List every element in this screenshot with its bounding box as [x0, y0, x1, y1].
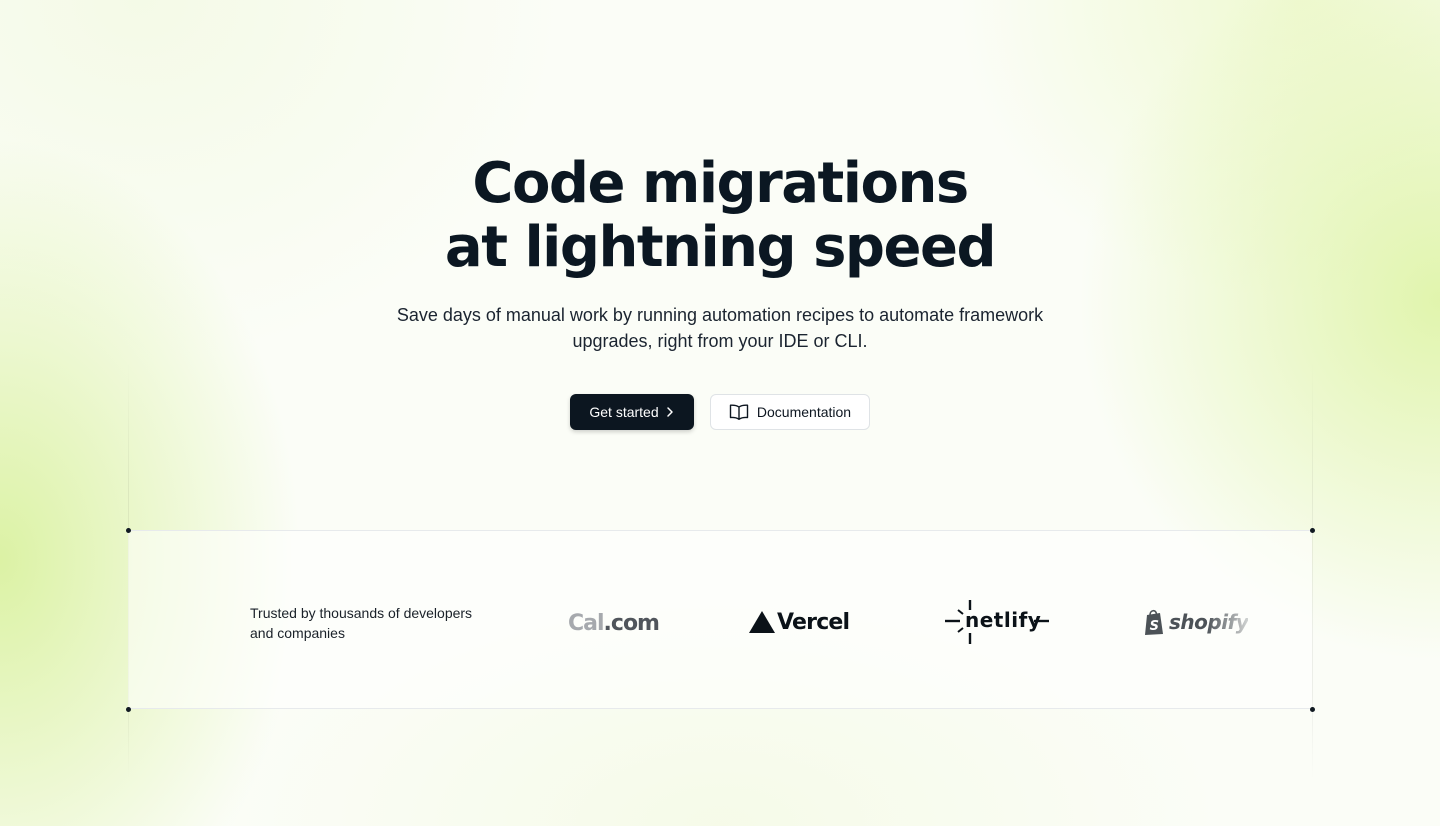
cta-row: Get started Documentation: [570, 394, 870, 430]
guide-line-right: [1312, 360, 1313, 780]
documentation-label: Documentation: [756, 404, 852, 420]
documentation-button[interactable]: Documentation: [710, 394, 870, 430]
book-open-icon: [729, 404, 749, 420]
corner-dot-bottom-left: [126, 707, 131, 712]
shopify-bag-icon: S: [1145, 609, 1163, 635]
shopify-logo-text: shopify: [1169, 610, 1249, 634]
netlify-logo: netlify: [944, 600, 1050, 644]
cal-com-logo-part2: .com: [603, 610, 660, 636]
get-started-button[interactable]: Get started: [570, 394, 694, 430]
corner-dot-top-left: [126, 528, 131, 533]
cal-com-logo: Cal .com: [568, 608, 660, 638]
vercel-logo-text: Vercel: [777, 609, 850, 635]
vercel-logo: Vercel: [749, 607, 850, 637]
hero-title-line2: at lightning speed: [444, 215, 997, 280]
chevron-right-icon: [666, 407, 673, 417]
trusted-by-text: Trusted by thousands of developers and c…: [250, 605, 473, 641]
get-started-label: Get started: [589, 404, 659, 420]
corner-dot-bottom-right: [1310, 707, 1315, 712]
vercel-triangle-icon: [749, 611, 775, 633]
hero-subtitle: Save days of manual work by running auto…: [396, 305, 1044, 351]
corner-dot-top-right: [1310, 528, 1315, 533]
svg-text:S: S: [1150, 619, 1159, 634]
hero-title: Code migrations at lightning speed: [0, 152, 1440, 280]
cal-com-logo-part1: Cal: [568, 610, 605, 636]
netlify-logo-text: netlify: [965, 608, 1042, 632]
shopify-logo: S shopify: [1143, 607, 1249, 637]
hero-title-line1: Code migrations: [472, 151, 969, 216]
